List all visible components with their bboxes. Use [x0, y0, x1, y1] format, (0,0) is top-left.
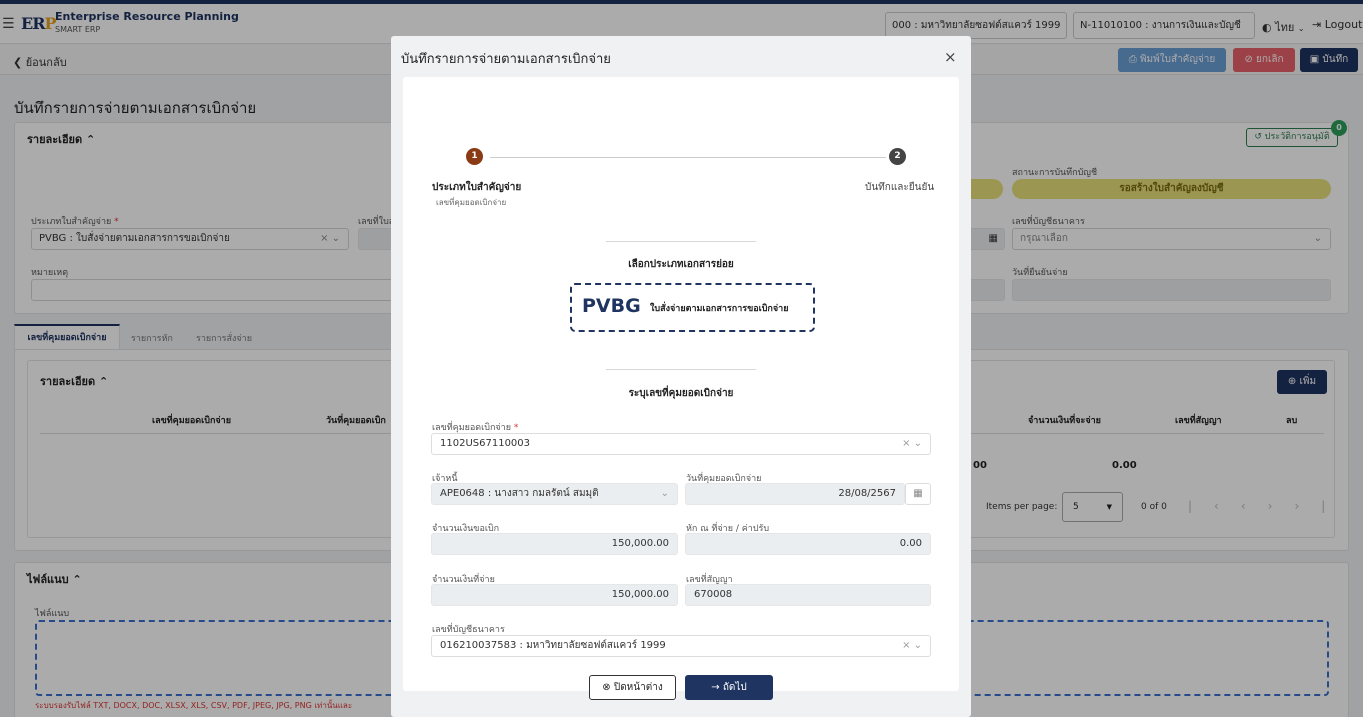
contract-field: 670008	[685, 584, 931, 606]
step-connector	[490, 157, 886, 158]
creditor-select: APE0648 : นางสาว กมลรัตน์ สมมุติ ⌄	[431, 483, 678, 505]
step-2-title: บันทึกและยืนยัน	[865, 182, 935, 193]
pv-description: ใบสั่งจ่ายตามเอกสารการขอเบิกจ่าย	[650, 304, 789, 314]
bank-account-value: 016210037583 : มหาวิทยาลัยซอฟต์สแควร์ 19…	[440, 640, 666, 651]
pv-code: PVBG	[582, 295, 641, 317]
bank-account-label: เลขที่บัญชีธนาคาร	[432, 625, 505, 635]
step-1-subtitle: เลขที่คุมยอดเบิกจ่าย	[436, 198, 507, 207]
payment-modal: บันทึกรายการจ่ายตามเอกสารเบิกจ่าย × 1 2 …	[391, 36, 971, 717]
modal-title: บันทึกรายการจ่ายตามเอกสารเบิกจ่าย	[401, 52, 611, 67]
pay-amount-field: 150,000.00	[431, 584, 678, 606]
control-number-label-text: เลขที่คุมยอดเบิกจ่าย	[432, 423, 511, 433]
modal-body: 1 2 ประเภทใบสำคัญจ่าย เลขที่คุมยอดเบิกจ่…	[403, 77, 959, 700]
section-divider	[606, 369, 756, 370]
step-2-indicator: 2	[889, 148, 906, 165]
control-date-field: 28/08/2567	[685, 483, 905, 505]
close-window-label: ปิดหน้าต่าง	[613, 682, 663, 693]
next-label: ถัดไป	[722, 682, 747, 693]
creditor-value: APE0648 : นางสาว กมลรัตน์ สมมุติ	[440, 488, 599, 499]
calendar-icon[interactable]: ▦	[905, 483, 931, 505]
close-window-button[interactable]: ⊗ ปิดหน้าต่าง	[589, 675, 676, 700]
request-amount-field: 150,000.00	[431, 533, 678, 555]
required-mark: *	[513, 423, 519, 433]
deduction-field: 0.00	[685, 533, 931, 555]
step-1-indicator: 1	[466, 148, 483, 165]
control-number-value: 1102US67110003	[440, 438, 531, 449]
close-icon[interactable]: ×	[944, 48, 957, 66]
bank-account-select[interactable]: 016210037583 : มหาวิทยาลัยซอฟต์สแควร์ 19…	[431, 635, 931, 657]
clear-chevron-icon: × ⌄	[902, 640, 922, 651]
control-number-select[interactable]: 1102US67110003 × ⌄	[431, 433, 931, 455]
section-subtype-title: เลือกประเภทเอกสารย่อย	[628, 259, 734, 270]
arrow-right-icon: →	[711, 682, 720, 693]
pvbg-type-card[interactable]: PVBG ใบสั่งจ่ายตามเอกสารการขอเบิกจ่าย	[570, 283, 815, 332]
clear-chevron-icon: × ⌄	[902, 438, 922, 449]
control-number-label: เลขที่คุมยอดเบิกจ่าย *	[432, 420, 518, 434]
close-circle-icon: ⊗	[602, 682, 611, 693]
section-divider	[606, 241, 756, 242]
step-1-title: ประเภทใบสำคัญจ่าย	[432, 182, 522, 193]
next-button[interactable]: → ถัดไป	[685, 675, 773, 700]
section-control-title: ระบุเลขที่คุมยอดเบิกจ่าย	[628, 388, 734, 399]
chevron-down-icon: ⌄	[660, 488, 669, 499]
